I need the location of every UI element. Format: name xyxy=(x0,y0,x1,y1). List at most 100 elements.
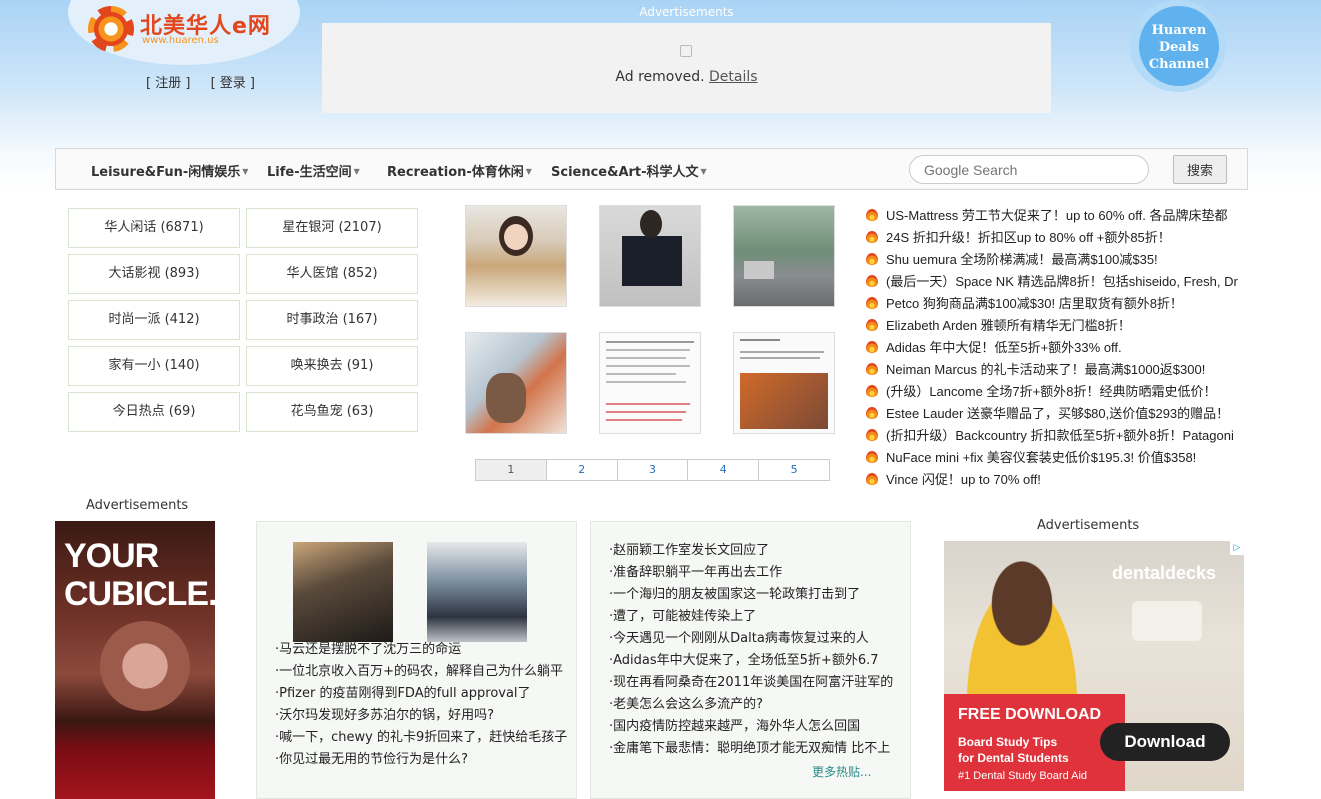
deals-channel-line-3: Channel xyxy=(1148,57,1210,72)
left-ad-line-1: YOUR xyxy=(64,537,159,575)
deals-channel-line-2: Deals xyxy=(1158,40,1200,55)
fire-icon xyxy=(866,275,878,287)
news-item[interactable]: ·遭了，可能被娃传染上了 xyxy=(609,606,909,628)
pager-page-2[interactable]: 2 xyxy=(547,460,618,480)
news-item[interactable]: ·金庸笔下最悲情：聪明绝顶才能无双痴情 比不上 xyxy=(609,738,909,760)
fire-icon xyxy=(866,429,878,441)
news-item[interactable]: ·国内疫情防控越来越严，海外华人怎么回国 xyxy=(609,716,909,738)
deal-item[interactable]: Vince 闪促！up to 70% off! xyxy=(866,469,1246,491)
top-ad-label: Advertisements xyxy=(639,5,734,19)
deals-channel-button[interactable]: Huaren Deals Channel xyxy=(1139,6,1219,86)
left-ad-banner[interactable]: YOUR CUBICLE. xyxy=(55,521,215,799)
thumbnail-image[interactable] xyxy=(733,332,835,434)
dentaldecks-logo: dentaldecks xyxy=(1112,563,1217,583)
adchoices-icon[interactable]: ▷ xyxy=(1230,541,1244,555)
search-button[interactable]: 搜索 xyxy=(1173,155,1227,184)
deal-item[interactable]: Adidas 年中大促！低至5折+额外33% off. xyxy=(866,337,1246,359)
top-ad-banner: Ad removed. Details xyxy=(322,23,1051,113)
deal-item[interactable]: Neiman Marcus 的礼卡活动来了！最高满$1000返$300! xyxy=(866,359,1246,381)
category-dahua-yingshi[interactable]: 大话影视 (893) xyxy=(68,254,240,294)
caret-down-icon: ▼ xyxy=(525,167,532,176)
fire-icon xyxy=(866,319,878,331)
logo-icon[interactable] xyxy=(88,6,134,52)
more-hot-posts-link[interactable]: 更多热贴... xyxy=(812,763,871,780)
deal-text: NuFace mini +fix 美容仪套装史低价$195.3! 价值$358! xyxy=(886,450,1197,465)
thumbnail-pager: 1 2 3 4 5 xyxy=(475,459,830,481)
pager-page-5[interactable]: 5 xyxy=(759,460,829,480)
nav-science-art[interactable]: Science&Art-科学人文 ▼ xyxy=(551,161,707,180)
category-huaren-xianhua[interactable]: 华人闲话 (6871) xyxy=(68,208,240,248)
category-huaniao-yuchong[interactable]: 花鸟鱼宠 (63) xyxy=(246,392,418,432)
thumbnail-image[interactable] xyxy=(599,205,701,307)
pager-page-4[interactable]: 4 xyxy=(688,460,760,480)
deal-item[interactable]: (升级）Lancome 全场7折+额外8折！经典防晒霜史低价！ xyxy=(866,381,1246,403)
deal-text: Adidas 年中大促！低至5折+额外33% off. xyxy=(886,340,1122,355)
pager-page-3[interactable]: 3 xyxy=(618,460,689,480)
left-ad-headline: YOUR CUBICLE. xyxy=(64,537,215,613)
thumbnail-image[interactable] xyxy=(733,205,835,307)
hot-posts-panel-right: ·赵丽颖工作室发长文回应了 ·准备辞职躺平一年再出去工作 ·一个海归的朋友被国家… xyxy=(590,521,911,799)
news-item[interactable]: ·准备辞职躺平一年再出去工作 xyxy=(609,562,909,584)
deal-item[interactable]: Elizabeth Arden 雅顿所有精华无门槛8折！ xyxy=(866,315,1246,337)
nav-life[interactable]: Life-生活空间 ▼ xyxy=(267,161,360,180)
deal-text: Petco 狗狗商品满$100减$30! 店里取货有额外8折！ xyxy=(886,296,1183,311)
thumbnail-image[interactable] xyxy=(465,205,567,307)
deal-text: Neiman Marcus 的礼卡活动来了！最高满$1000返$300! xyxy=(886,362,1206,377)
ad-removed-text: Ad removed. xyxy=(615,69,705,85)
deal-item[interactable]: NuFace mini +fix 美容仪套装史低价$195.3! 价值$358! xyxy=(866,447,1246,469)
news-item[interactable]: ·现在再看阿桑奇在2011年谈美国在阿富汗驻军的 xyxy=(609,672,909,694)
nav-leisure[interactable]: Leisure&Fun-闲情娱乐 ▼ xyxy=(91,161,248,180)
category-shishang-yipai[interactable]: 时尚一派 (412) xyxy=(68,300,240,340)
deal-item[interactable]: Shu uemura 全场阶梯满减！最高满$100减$35! xyxy=(866,249,1246,271)
category-huanlai-huanqu[interactable]: 唤来换去 (91) xyxy=(246,346,418,386)
nav-recreation[interactable]: Recreation-体育休闲 ▼ xyxy=(387,161,532,180)
deals-channel-line-1: Huaren xyxy=(1151,23,1207,38)
news-item[interactable]: ·马云还是摆脱不了沈万三的命运 xyxy=(275,639,575,661)
category-huaren-yiguan[interactable]: 华人医馆 (852) xyxy=(246,254,418,294)
news-item[interactable]: ·你见过最无用的节俭行为是什么? xyxy=(275,749,575,771)
news-item[interactable]: ·Adidas年中大促来了，全场低至5折+额外6.7 xyxy=(609,650,909,672)
news-item[interactable]: ·一位北京收入百万+的码农，解释自己为什么躺平 xyxy=(275,661,575,683)
deal-text: 24S 折扣升级！折扣区up to 80% off +额外85折！ xyxy=(886,230,1171,245)
fire-icon xyxy=(866,341,878,353)
thumbnail-image[interactable] xyxy=(465,332,567,434)
deal-item[interactable]: US-Mattress 劳工节大促来了！up to 60% off. 各品牌床垫… xyxy=(866,205,1246,227)
news-item[interactable]: ·喊一下，chewy 的礼卡9折回来了，赶快给毛孩子 xyxy=(275,727,575,749)
post-thumbnail[interactable] xyxy=(293,542,393,642)
ad-details-link[interactable]: Details xyxy=(709,69,758,85)
image-placeholder-icon xyxy=(680,45,692,57)
category-jiayou-yixiao[interactable]: 家有一小 (140) xyxy=(68,346,240,386)
post-thumbnail[interactable] xyxy=(427,542,527,642)
fire-icon xyxy=(866,363,878,375)
right-ad-banner[interactable]: dentaldecks ▷ FREE DOWNLOAD Board Study … xyxy=(944,541,1244,791)
ad-download-button[interactable]: Download xyxy=(1100,723,1230,761)
news-item[interactable]: ·Pfizer 的疫苗刚得到FDA的full approval了 xyxy=(275,683,575,705)
fire-icon xyxy=(866,385,878,397)
deal-item[interactable]: Petco 狗狗商品满$100减$30! 店里取货有额外8折！ xyxy=(866,293,1246,315)
deal-text: (升级）Lancome 全场7折+额外8折！经典防晒霜史低价！ xyxy=(886,384,1217,399)
google-search-input[interactable] xyxy=(909,155,1149,184)
deal-text: (折扣升级）Backcountry 折扣款低至5折+额外8折！Patagoni xyxy=(886,428,1234,443)
deal-item[interactable]: Estee Lauder 送豪华赠品了，买够$80,送价值$293的赠品！ xyxy=(866,403,1246,425)
thumbnail-image[interactable] xyxy=(599,332,701,434)
category-jinri-redian[interactable]: 今日热点 (69) xyxy=(68,392,240,432)
news-item[interactable]: ·今天遇见一个刚刚从Dalta病毒恢复过来的人 xyxy=(609,628,909,650)
deal-item[interactable]: 24S 折扣升级！折扣区up to 80% off +额外85折！ xyxy=(866,227,1246,249)
news-item[interactable]: ·老美怎么会这么多流产的? xyxy=(609,694,909,716)
fire-icon xyxy=(866,297,878,309)
news-item[interactable]: ·一个海归的朋友被国家这一轮政策打击到了 xyxy=(609,584,909,606)
ad-removed-message: Ad removed. Details xyxy=(322,69,1051,85)
deal-item[interactable]: (折扣升级）Backcountry 折扣款低至5折+额外8折！Patagoni xyxy=(866,425,1246,447)
register-link[interactable]: [ 注册 ] xyxy=(146,76,190,91)
caret-down-icon: ▼ xyxy=(700,167,707,176)
ad-free-download-text: FREE DOWNLOAD xyxy=(958,706,1102,723)
news-item[interactable]: ·沃尔玛发现好多苏泊尔的锅，好用吗? xyxy=(275,705,575,727)
category-shishi-zhengzhi[interactable]: 时事政治 (167) xyxy=(246,300,418,340)
pager-page-1[interactable]: 1 xyxy=(476,460,547,480)
login-link[interactable]: [ 登录 ] xyxy=(211,76,255,91)
news-item[interactable]: ·赵丽颖工作室发长文回应了 xyxy=(609,540,909,562)
deal-item[interactable]: (最后一天）Space NK 精选品牌8折！包括shiseido, Fresh,… xyxy=(866,271,1246,293)
deal-text: Shu uemura 全场阶梯满减！最高满$100减$35! xyxy=(886,252,1158,267)
category-xingzai-yinhe[interactable]: 星在银河 (2107) xyxy=(246,208,418,248)
left-ad-line-2: CUBICLE. xyxy=(64,575,215,613)
